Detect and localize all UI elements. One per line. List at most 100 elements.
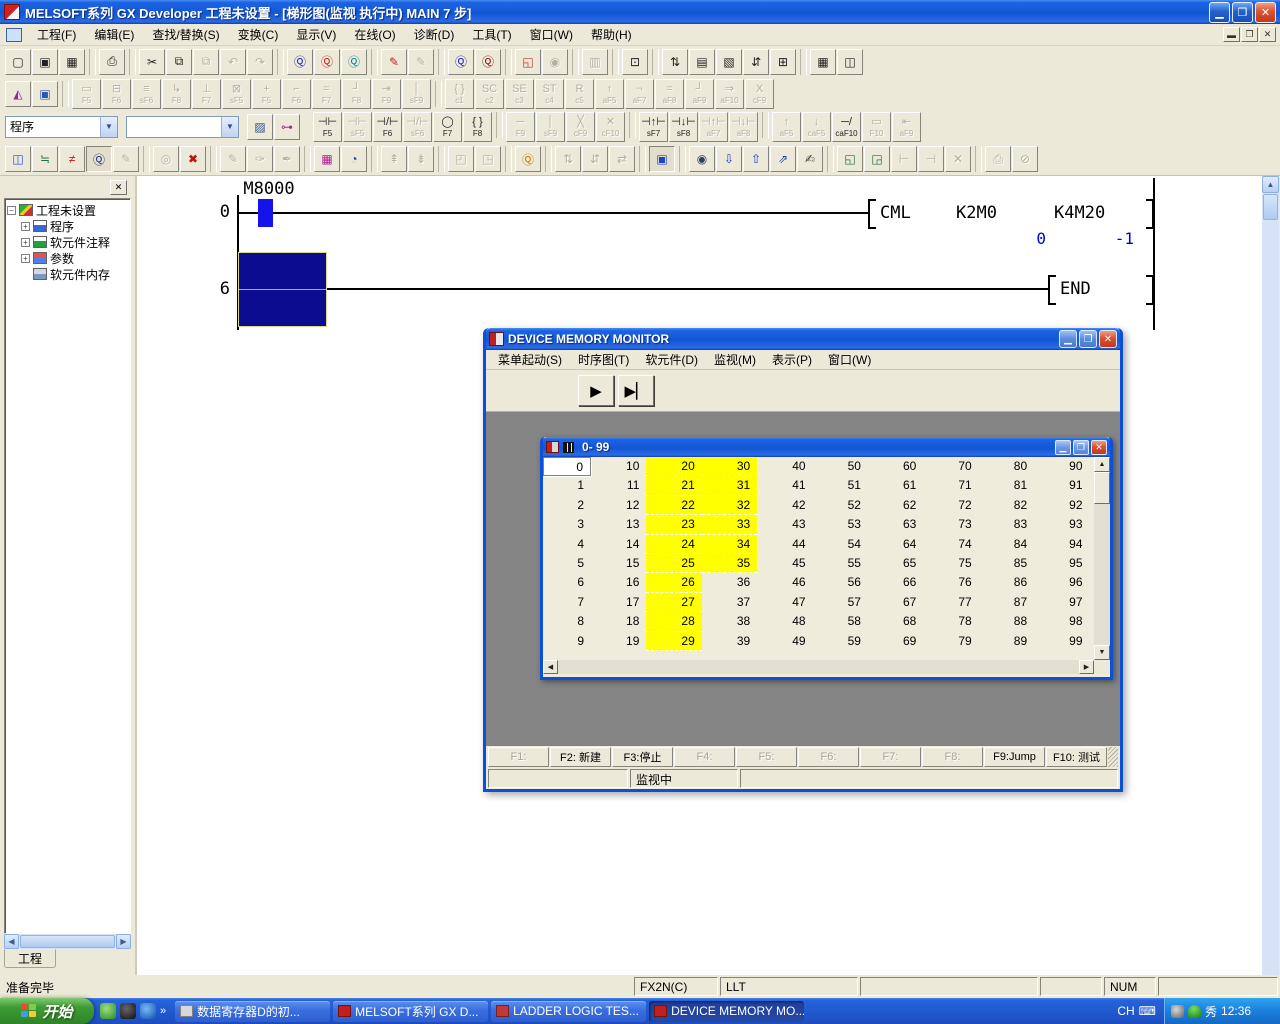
monitor-minimize-button[interactable]: ▁ <box>1059 330 1077 348</box>
memory-cell-d1[interactable]: 1 <box>543 476 591 495</box>
memory-cell-d12[interactable]: 12 <box>591 496 646 515</box>
memory-cell-d74[interactable]: 74 <box>923 535 978 554</box>
taskbar-task-3[interactable]: DEVICE MEMORY MO... <box>649 1001 804 1022</box>
memory-cell-d4[interactable]: 4 <box>543 535 591 554</box>
mdi-restore-button[interactable]: ❐ <box>1241 27 1258 42</box>
volume-icon[interactable] <box>1171 1005 1184 1018</box>
scroll-left-icon[interactable]: ◀ <box>4 934 19 949</box>
quick-launch-icon-1[interactable] <box>100 1003 116 1019</box>
frame-sf6[interactable]: ≡sF6 <box>132 79 161 109</box>
chevron-down-icon[interactable]: ▼ <box>221 117 238 137</box>
split-view[interactable]: ◫ <box>837 49 863 75</box>
menu-item-8[interactable]: 窗口(W) <box>521 23 582 46</box>
memory-minimize-button[interactable]: ▁ <box>1055 440 1071 455</box>
chevron-down-icon[interactable]: ▼ <box>100 117 117 137</box>
memory-cell-d73[interactable]: 73 <box>923 515 978 534</box>
memory-cell-d9[interactable]: 9 <box>543 632 591 651</box>
memory-cell-d11[interactable]: 11 <box>591 476 646 495</box>
memory-cell-d99[interactable]: 99 <box>1034 632 1089 651</box>
sort-asc[interactable]: ⇅ <box>555 146 581 172</box>
memory-cell-d98[interactable]: 98 <box>1034 612 1089 631</box>
memory-cell-d25[interactable]: 25 <box>646 554 701 573</box>
memory-cell-d31[interactable]: 31 <box>702 476 757 495</box>
block-c2[interactable]: SCc2 <box>475 79 504 109</box>
fkey-button-5[interactable]: F5: <box>736 747 797 767</box>
keyboard-icon[interactable]: ⌨ <box>1139 1004 1156 1018</box>
tab-project[interactable]: 工程 <box>4 949 56 968</box>
memory-cell-d5[interactable]: 5 <box>543 554 591 573</box>
memory-cell-d59[interactable]: 59 <box>813 632 868 651</box>
quick-launch-icon-3[interactable] <box>140 1003 156 1019</box>
sfc-f9[interactable]: ⇥F9 <box>372 79 401 109</box>
resize-grip[interactable] <box>1108 747 1118 767</box>
sidebar-item-1[interactable]: +软元件注释 <box>21 234 130 250</box>
open-contact[interactable]: ⊣⊢F5 <box>313 112 342 142</box>
memory-cell-d16[interactable]: 16 <box>591 573 646 592</box>
quick-launch-icon-2[interactable] <box>120 1003 136 1019</box>
memory-cell-d24[interactable]: 24 <box>646 535 701 554</box>
sidebar-item-2[interactable]: +参数 <box>21 250 130 266</box>
falling-pulse[interactable]: ⊣↓⊢sF8 <box>669 112 698 142</box>
sfc-sf9[interactable]: │sF9 <box>402 79 431 109</box>
memory-cell-d60[interactable]: 60 <box>868 457 923 476</box>
edit-comment[interactable]: ✒ <box>274 146 300 172</box>
rise-convert[interactable]: ↑aF5 <box>772 112 801 142</box>
memory-cell-d96[interactable]: 96 <box>1034 573 1089 592</box>
sort-desc[interactable]: ⇵ <box>582 146 608 172</box>
memory-cell-d45[interactable]: 45 <box>757 554 812 573</box>
download-plc[interactable]: ⇟ <box>408 146 434 172</box>
memory-cell-d3[interactable]: 3 <box>543 515 591 534</box>
cut[interactable]: ✂ <box>139 49 165 75</box>
tree-root[interactable]: −工程未设置 <box>7 202 130 218</box>
taskbar-task-2[interactable]: LADDER LOGIC TES... <box>491 1001 646 1022</box>
closed-contact-or[interactable]: ⊣/⊢sF6 <box>403 112 432 142</box>
print[interactable]: ⎙ <box>99 49 125 75</box>
edit-inline[interactable]: ✑ <box>247 146 273 172</box>
memory-cell-d53[interactable]: 53 <box>813 515 868 534</box>
memory-cell-d65[interactable]: 65 <box>868 554 923 573</box>
vertical-line[interactable]: │sF9 <box>536 112 565 142</box>
memory-cell-d34[interactable]: 34 <box>702 535 757 554</box>
delete-horizontal[interactable]: ╳cF9 <box>566 112 595 142</box>
memory-cell-d23[interactable]: 23 <box>646 515 701 534</box>
memory-cell-d26[interactable]: 26 <box>646 573 701 592</box>
open[interactable]: ▣ <box>32 49 58 75</box>
memory-cell-d90[interactable]: 90 <box>1034 457 1089 476</box>
delete-vertical[interactable]: ✕cF10 <box>596 112 625 142</box>
block-c5[interactable]: Rc5 <box>565 79 594 109</box>
monitor-menu-item-2[interactable]: 软元件(D) <box>637 349 706 370</box>
statement-note-edit[interactable]: ▣ <box>32 81 58 107</box>
memory-maximize-button[interactable]: ❐ <box>1073 440 1089 455</box>
fkey-button-1[interactable]: F1: <box>488 747 549 767</box>
monitor-menu-item-4[interactable]: 表示(P) <box>764 349 820 370</box>
editor-vscroll-thumb[interactable] <box>1263 194 1278 220</box>
menu-item-3[interactable]: 变换(C) <box>229 23 288 46</box>
window-next[interactable]: ◳ <box>475 146 501 172</box>
memory-cell-d68[interactable]: 68 <box>868 612 923 631</box>
memory-cell-d75[interactable]: 75 <box>923 554 978 573</box>
data-type-combo[interactable]: 程序 ▼ <box>5 116 118 138</box>
menu-item-2[interactable]: 查找/替换(S) <box>143 23 228 46</box>
memory-cell-d76[interactable]: 76 <box>923 573 978 592</box>
ladder-list-toggle[interactable]: ⊶ <box>274 114 300 140</box>
zoom-in[interactable]: Ⓠ <box>475 49 501 75</box>
rising-pulse[interactable]: ⊣↑⊢sF7 <box>639 112 668 142</box>
memory-cell-d41[interactable]: 41 <box>757 476 812 495</box>
fkey-button-6[interactable]: F6: <box>798 747 859 767</box>
fkey-button-8[interactable]: F8: <box>922 747 983 767</box>
menu-item-6[interactable]: 诊断(D) <box>405 23 464 46</box>
closed-contact[interactable]: ⊣/⊢F6 <box>373 112 402 142</box>
copy[interactable]: ⧉ <box>166 49 192 75</box>
tile-h[interactable]: ⊢ <box>891 146 917 172</box>
comment-display[interactable]: ▨ <box>247 114 273 140</box>
memory-cell-d87[interactable]: 87 <box>979 593 1034 612</box>
memory-vscroll-thumb[interactable] <box>1094 472 1110 504</box>
block-af10[interactable]: ⇒aF10 <box>715 79 744 109</box>
minimize-button[interactable]: ▁ <box>1209 2 1230 23</box>
sfc-f5[interactable]: +F5 <box>252 79 281 109</box>
memory-cell-d82[interactable]: 82 <box>979 496 1034 515</box>
invert-operation[interactable]: ─/caF10 <box>832 112 861 142</box>
edit-cursor-block[interactable] <box>238 252 327 327</box>
fkey-button-10[interactable]: F10: 测试 <box>1046 747 1107 767</box>
stop-monitor[interactable]: ✖ <box>180 146 206 172</box>
